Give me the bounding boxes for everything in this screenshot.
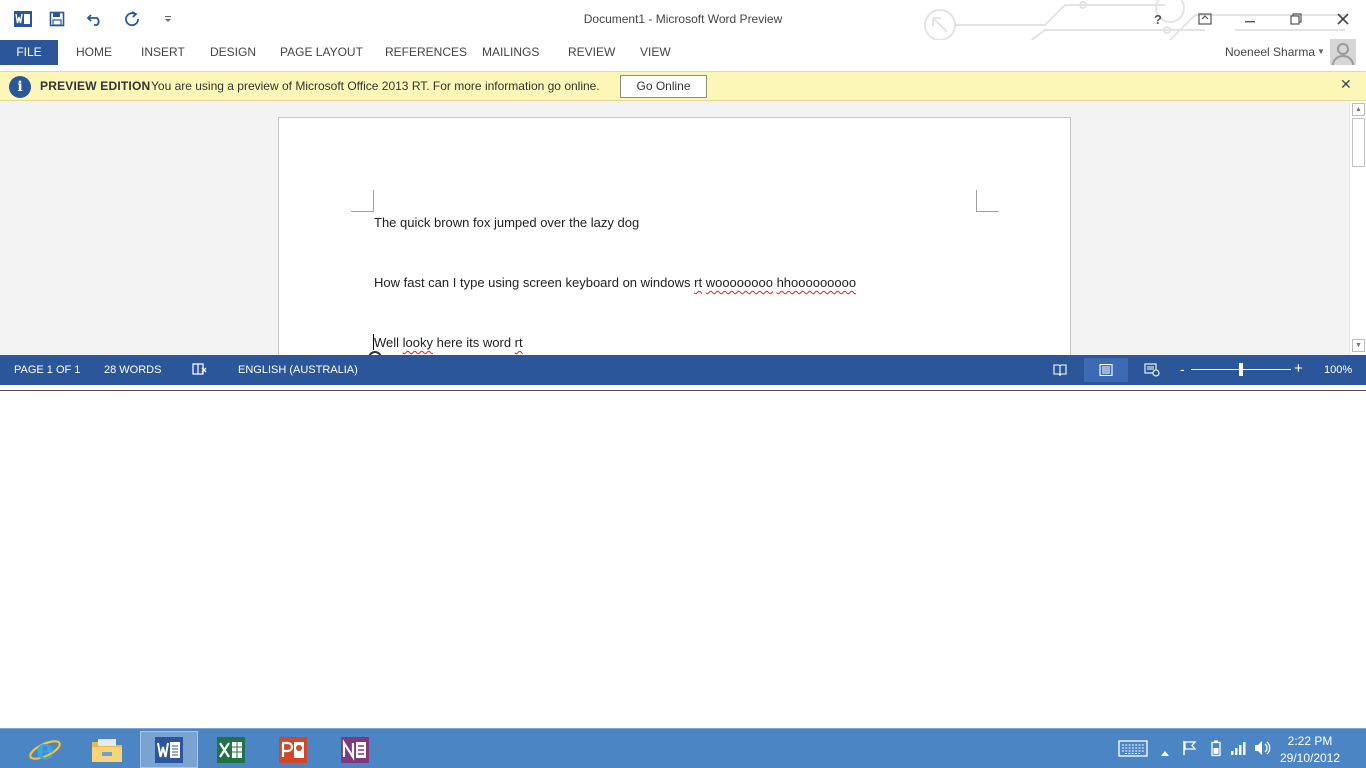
action-center-flag-icon[interactable] — [1182, 740, 1198, 761]
status-bar: PAGE 1 OF 1 28 WORDS ENGLISH (AUSTRALIA)… — [0, 355, 1366, 385]
preview-edition-bar: i PREVIEW EDITION You are using a previe… — [0, 72, 1366, 101]
word-count[interactable]: 28 WORDS — [104, 364, 161, 376]
print-layout-icon[interactable] — [1084, 358, 1128, 382]
taskbar: e 2:22 PM 29/10/2012 — [0, 728, 1366, 768]
undo-icon[interactable] — [84, 8, 106, 30]
text-run[interactable]: here its word — [433, 335, 515, 350]
paragraph-1[interactable]: The quick brown fox jumped over the lazy… — [374, 215, 639, 230]
text-run[interactable]: The quick brown fox jumped over the lazy… — [374, 215, 639, 230]
minimize-icon[interactable] — [1235, 6, 1265, 32]
word-taskbar-icon[interactable] — [140, 731, 198, 768]
tab-mailings[interactable]: MAILINGS — [482, 40, 539, 65]
restore-icon[interactable] — [1281, 6, 1311, 32]
customize-qat-icon[interactable] — [158, 8, 178, 30]
network-signal-icon[interactable] — [1230, 740, 1248, 761]
misspelled-word[interactable]: rt — [515, 335, 523, 350]
powerpoint-taskbar-icon[interactable] — [264, 731, 322, 768]
close-icon[interactable] — [1328, 6, 1358, 32]
scroll-thumb[interactable] — [1352, 118, 1365, 167]
text-run[interactable]: Well — [374, 335, 403, 350]
language[interactable]: ENGLISH (AUSTRALIA) — [238, 364, 358, 376]
scroll-up-arrow-icon[interactable]: ▲ — [1352, 103, 1365, 116]
internet-explorer-icon[interactable]: e — [16, 731, 74, 768]
onenote-taskbar-icon[interactable] — [326, 731, 384, 768]
user-menu-caret-icon[interactable]: ▼ — [1317, 47, 1325, 56]
vertical-scrollbar[interactable]: ▲ ▼ — [1349, 101, 1366, 355]
touch-keyboard-icon[interactable] — [1118, 740, 1148, 762]
margin-corner-right — [976, 190, 999, 212]
scroll-down-arrow-icon[interactable]: ▼ — [1352, 339, 1365, 352]
ribbon-tab-bar: FILE HOME INSERT DESIGN PAGE LAYOUT REFE… — [0, 40, 1366, 72]
document-page[interactable]: The quick brown fox jumped over the lazy… — [278, 117, 1071, 355]
window-divider — [0, 390, 1366, 391]
text-caret — [373, 334, 374, 350]
proofing-icon[interactable] — [192, 362, 208, 379]
clock-time[interactable]: 2:22 PM — [1270, 734, 1350, 748]
user-name[interactable]: Noeneel Sharma — [1225, 45, 1315, 59]
misspelled-word[interactable]: woooooooo — [706, 275, 773, 290]
tab-insert[interactable]: INSERT — [141, 40, 185, 65]
info-icon: i — [9, 76, 31, 98]
margin-corner-left — [351, 190, 374, 212]
clock-date[interactable]: 29/10/2012 — [1270, 751, 1350, 765]
zoom-out-button[interactable]: - — [1180, 361, 1185, 377]
screen: Document1 - Microsoft Word Preview ? FIL… — [0, 0, 1366, 768]
misspelled-word[interactable]: hhooooooooo — [777, 275, 857, 290]
misspelled-word[interactable]: rt — [694, 275, 702, 290]
tab-review[interactable]: REVIEW — [568, 40, 615, 65]
infobar-close-icon[interactable]: ✕ — [1340, 76, 1352, 93]
tab-home[interactable]: HOME — [76, 40, 112, 65]
tab-file[interactable]: FILE — [0, 40, 58, 65]
title-bar: Document1 - Microsoft Word Preview ? — [0, 0, 1366, 49]
infobar-message: You are using a preview of Microsoft Off… — [151, 79, 600, 93]
zoom-level[interactable]: 100% — [1324, 364, 1352, 376]
excel-taskbar-icon[interactable] — [202, 731, 260, 768]
tab-page-layout[interactable]: PAGE LAYOUT — [280, 40, 363, 65]
paragraph-2[interactable]: How fast can I type using screen keyboar… — [374, 275, 856, 290]
help-icon[interactable]: ? — [1143, 6, 1173, 32]
svg-text:e: e — [36, 734, 54, 766]
zoom-slider-thumb[interactable] — [1239, 363, 1243, 376]
tab-view[interactable]: VIEW — [640, 40, 671, 65]
tab-references[interactable]: REFERENCES — [385, 40, 467, 65]
file-explorer-icon[interactable] — [78, 731, 136, 768]
show-hidden-icons-icon[interactable] — [1160, 744, 1170, 762]
read-mode-icon[interactable] — [1038, 358, 1082, 382]
redo-icon[interactable] — [121, 8, 143, 30]
save-icon[interactable] — [46, 8, 68, 30]
ribbon-display-options-icon[interactable] — [1190, 6, 1220, 32]
misspelled-word[interactable]: looky — [403, 335, 433, 350]
page-count[interactable]: PAGE 1 OF 1 — [14, 364, 80, 376]
word-app-icon[interactable] — [12, 8, 34, 30]
text-run[interactable]: How fast can I type using screen keyboar… — [374, 275, 694, 290]
document-canvas[interactable]: The quick brown fox jumped over the lazy… — [0, 101, 1349, 355]
battery-icon[interactable] — [1210, 740, 1222, 762]
web-layout-icon[interactable] — [1130, 358, 1174, 382]
go-online-button[interactable]: Go Online — [620, 75, 707, 98]
paragraph-3[interactable]: Well looky here its word rt — [374, 335, 523, 350]
zoom-in-button[interactable]: + — [1294, 360, 1303, 377]
tab-design[interactable]: DESIGN — [210, 40, 256, 65]
avatar[interactable] — [1330, 39, 1356, 65]
infobar-title: PREVIEW EDITION — [40, 79, 151, 93]
